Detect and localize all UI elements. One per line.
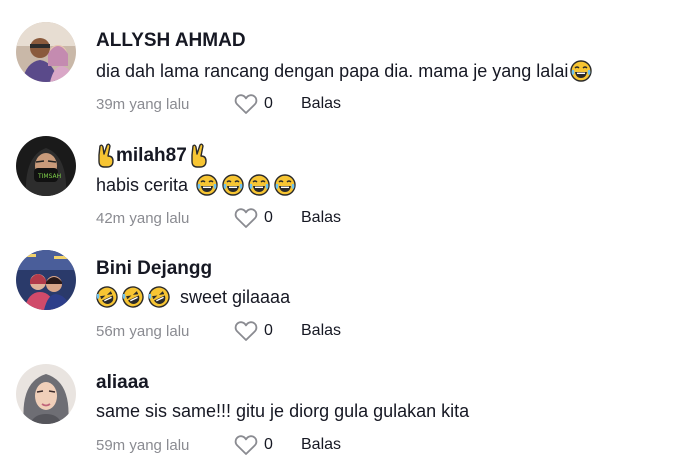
like-button[interactable]: 0: [234, 320, 301, 342]
comment-item: aliaaa same sis same!!! gitu je diorg gu…: [0, 342, 678, 456]
avatar[interactable]: TIMSAH: [16, 136, 76, 196]
like-count: 0: [264, 322, 273, 339]
comment-text: dia dah lama rancang dengan papa dia. ma…: [96, 58, 593, 84]
comment-text: habis cerita: [96, 172, 296, 198]
rolling-laughing-emoji-icon: [96, 286, 118, 308]
comment-text-body: same sis same!!! gitu je diorg gula gula…: [96, 400, 470, 421]
like-button[interactable]: 0: [234, 93, 301, 115]
like-button[interactable]: 0: [234, 434, 301, 456]
tears-of-joy-emoji-icon: [570, 60, 593, 82]
avatar[interactable]: [16, 22, 76, 82]
comment-meta: 42m yang lalu 0 Balas: [96, 206, 341, 230]
rolling-laughing-emoji-icon: [122, 286, 144, 308]
avatar[interactable]: [16, 250, 76, 310]
reply-button[interactable]: Balas: [301, 95, 341, 113]
comment-username[interactable]: Bini Dejangg: [96, 258, 212, 280]
svg-text:TIMSAH: TIMSAH: [37, 173, 61, 180]
comment-item: Bini Dejangg sweet gilaaaa 56m yang lalu…: [0, 228, 678, 342]
comment-text: sweet gilaaaa: [96, 284, 290, 310]
comment-text-body: sweet gilaaaa: [180, 286, 291, 307]
tears-of-joy-emoji-icon: [274, 174, 296, 196]
avatar[interactable]: [16, 364, 76, 424]
heart-outline-icon: [234, 207, 258, 229]
comment-username[interactable]: aliaaa: [96, 372, 149, 394]
like-count: 0: [264, 95, 273, 112]
rolling-laughing-emoji-icon: [148, 286, 170, 308]
comment-meta: 39m yang lalu 0 Balas: [96, 92, 341, 116]
comment-text-body: habis cerita: [96, 174, 189, 195]
comment-timestamp: 59m yang lalu: [96, 436, 190, 454]
reply-button[interactable]: Balas: [301, 436, 341, 454]
like-count: 0: [264, 209, 273, 226]
victory-hand-emoji-icon: [189, 143, 209, 169]
reply-button[interactable]: Balas: [301, 209, 341, 227]
comment-username[interactable]: milah87: [96, 142, 209, 170]
comment-meta: 59m yang lalu 0 Balas: [96, 433, 341, 457]
comment-item: TIMSAH milah87 habis cerita 42m yang lal…: [0, 114, 678, 228]
heart-outline-icon: [234, 320, 258, 342]
tears-of-joy-emoji-icon: [248, 174, 270, 196]
reply-button[interactable]: Balas: [301, 322, 341, 340]
comment-text-body: dia dah lama rancang dengan papa dia. ma…: [96, 60, 569, 81]
comment-text: same sis same!!! gitu je diorg gula gula…: [96, 398, 469, 424]
tears-of-joy-emoji-icon: [196, 174, 218, 196]
victory-hand-emoji-icon: [96, 143, 116, 169]
comment-list: ALLYSH AHMAD dia dah lama rancang dengan…: [0, 0, 678, 461]
tears-of-joy-emoji-icon: [222, 174, 244, 196]
comment-timestamp: 56m yang lalu: [96, 322, 190, 340]
comment-item: ALLYSH AHMAD dia dah lama rancang dengan…: [0, 0, 678, 114]
comment-timestamp: 42m yang lalu: [96, 209, 190, 227]
comment-timestamp: 39m yang lalu: [96, 95, 190, 113]
like-button[interactable]: 0: [234, 207, 301, 229]
comment-username-text: milah87: [116, 145, 187, 166]
heart-outline-icon: [234, 434, 258, 456]
heart-outline-icon: [234, 93, 258, 115]
like-count: 0: [264, 436, 273, 453]
comment-username[interactable]: ALLYSH AHMAD: [96, 30, 246, 52]
comment-meta: 56m yang lalu 0 Balas: [96, 319, 341, 343]
